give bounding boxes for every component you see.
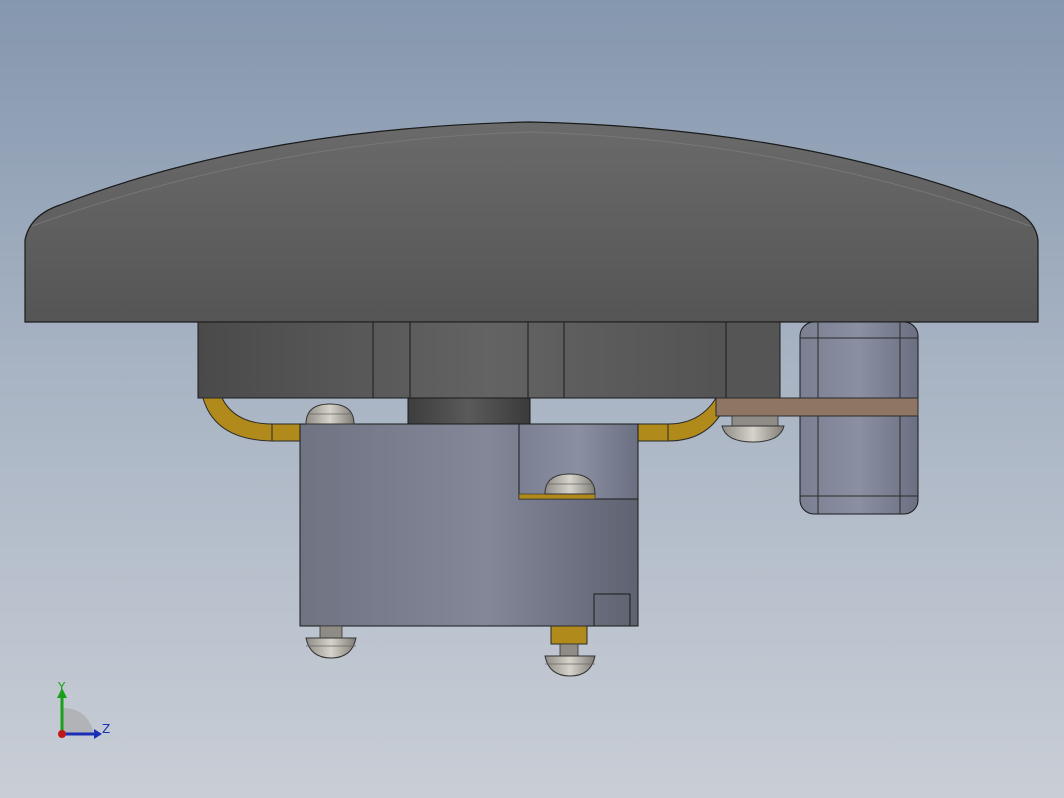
graphics-viewport[interactable]: Y Z <box>0 0 1064 798</box>
view-triad: Y Z <box>57 680 110 739</box>
z-axis-label: Z <box>102 722 110 736</box>
actuator-body[interactable] <box>197 321 781 399</box>
contact-block[interactable] <box>299 423 639 627</box>
brass-clip-left[interactable] <box>202 397 301 442</box>
y-axis-label: Y <box>57 680 66 694</box>
bottom-screw-left[interactable] <box>305 625 357 659</box>
strap-screw[interactable] <box>721 415 785 443</box>
bottom-terminal-right[interactable] <box>544 625 596 677</box>
strap[interactable] <box>715 397 919 417</box>
cad-model-view[interactable]: Y Z <box>0 0 1064 798</box>
brass-clip-right[interactable] <box>637 397 727 442</box>
x-axis-dot <box>58 730 66 738</box>
side-bracket[interactable] <box>799 321 919 515</box>
housing-top-screw[interactable] <box>305 403 355 425</box>
mushroom-cap[interactable] <box>24 121 1039 323</box>
z-axis-arrow <box>94 729 102 739</box>
triad-plane <box>62 708 94 734</box>
shaft[interactable] <box>407 397 531 425</box>
